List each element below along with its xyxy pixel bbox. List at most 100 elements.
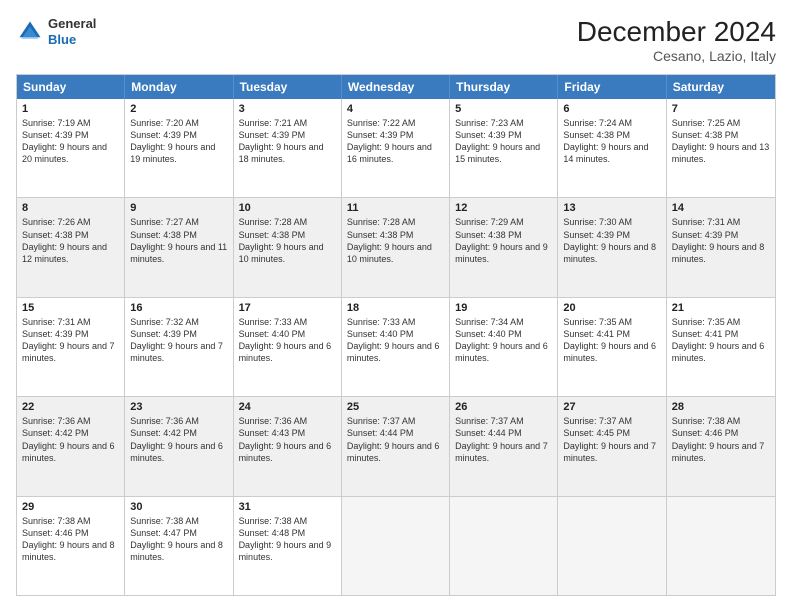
day-number: 4 (347, 103, 444, 115)
day-number: 9 (130, 202, 227, 214)
day-number: 26 (455, 401, 552, 413)
day-number: 16 (130, 302, 227, 314)
day-info: Sunrise: 7:37 AMSunset: 4:44 PMDaylight:… (347, 415, 444, 464)
day-number: 8 (22, 202, 119, 214)
day-info: Sunrise: 7:31 AMSunset: 4:39 PMDaylight:… (22, 316, 119, 365)
day-cell-14: 14Sunrise: 7:31 AMSunset: 4:39 PMDayligh… (667, 198, 775, 296)
day-number: 23 (130, 401, 227, 413)
day-header-monday: Monday (125, 75, 233, 99)
day-cell-16: 16 Sunrise: 7:32 AMSunset: 4:39 PMDayligh… (125, 298, 233, 396)
day-info: Sunrise: 7:19 AMSunset: 4:39 PMDaylight:… (22, 117, 119, 166)
day-cell-9: 9Sunrise: 7:27 AMSunset: 4:38 PMDaylight… (125, 198, 233, 296)
day-info: Sunrise: 7:36 AMSunset: 4:42 PMDaylight:… (130, 415, 227, 464)
calendar-body: 1 Sunrise: 7:19 AMSunset: 4:39 PMDaylight… (17, 99, 775, 595)
day-cell-17: 17 Sunrise: 7:33 AMSunset: 4:40 PMDayligh… (234, 298, 342, 396)
day-number: 11 (347, 202, 444, 214)
day-number: 15 (22, 302, 119, 314)
day-cell-29: 29 Sunrise: 7:38 AMSunset: 4:46 PMDayligh… (17, 497, 125, 595)
day-info: Sunrise: 7:38 AMSunset: 4:46 PMDaylight:… (22, 515, 119, 564)
day-info: Sunrise: 7:35 AMSunset: 4:41 PMDaylight:… (563, 316, 660, 365)
day-cell-28: 28Sunrise: 7:38 AMSunset: 4:46 PMDayligh… (667, 397, 775, 495)
day-cell-6: 6Sunrise: 7:24 AMSunset: 4:38 PMDaylight… (558, 99, 666, 197)
week-row-4: 22 Sunrise: 7:36 AMSunset: 4:42 PMDayligh… (17, 397, 775, 496)
header: General Blue December 2024 Cesano, Lazio… (16, 16, 776, 64)
day-number: 25 (347, 401, 444, 413)
week-row-1: 1 Sunrise: 7:19 AMSunset: 4:39 PMDaylight… (17, 99, 775, 198)
day-cell-1: 1 Sunrise: 7:19 AMSunset: 4:39 PMDaylight… (17, 99, 125, 197)
day-number: 12 (455, 202, 552, 214)
day-cell-11: 11Sunrise: 7:28 AMSunset: 4:38 PMDayligh… (342, 198, 450, 296)
day-cell-10: 10Sunrise: 7:28 AMSunset: 4:38 PMDayligh… (234, 198, 342, 296)
week-row-3: 15 Sunrise: 7:31 AMSunset: 4:39 PMDayligh… (17, 298, 775, 397)
page: General Blue December 2024 Cesano, Lazio… (0, 0, 792, 612)
day-info: Sunrise: 7:30 AMSunset: 4:39 PMDaylight:… (563, 216, 660, 265)
day-cell-20: 20 Sunrise: 7:35 AMSunset: 4:41 PMDayligh… (558, 298, 666, 396)
day-info: Sunrise: 7:20 AMSunset: 4:39 PMDaylight:… (130, 117, 227, 166)
day-cell-24: 24 Sunrise: 7:36 AMSunset: 4:43 PMDayligh… (234, 397, 342, 495)
day-info: Sunrise: 7:33 AMSunset: 4:40 PMDaylight:… (347, 316, 444, 365)
empty-cell (450, 497, 558, 595)
day-number: 22 (22, 401, 119, 413)
day-cell-31: 31Sunrise: 7:38 AMSunset: 4:48 PMDayligh… (234, 497, 342, 595)
day-number: 27 (563, 401, 660, 413)
day-number: 3 (239, 103, 336, 115)
day-info: Sunrise: 7:34 AMSunset: 4:40 PMDaylight:… (455, 316, 552, 365)
day-info: Sunrise: 7:33 AMSunset: 4:40 PMDaylight:… (239, 316, 336, 365)
day-info: Sunrise: 7:38 AMSunset: 4:47 PMDaylight:… (130, 515, 227, 564)
day-number: 5 (455, 103, 552, 115)
day-info: Sunrise: 7:36 AMSunset: 4:42 PMDaylight:… (22, 415, 119, 464)
day-info: Sunrise: 7:25 AMSunset: 4:38 PMDaylight:… (672, 117, 770, 166)
empty-cell (667, 497, 775, 595)
week-row-5: 29 Sunrise: 7:38 AMSunset: 4:46 PMDayligh… (17, 497, 775, 595)
day-header-thursday: Thursday (450, 75, 558, 99)
day-header-friday: Friday (558, 75, 666, 99)
day-number: 18 (347, 302, 444, 314)
day-cell-12: 12Sunrise: 7:29 AMSunset: 4:38 PMDayligh… (450, 198, 558, 296)
day-info: Sunrise: 7:35 AMSunset: 4:41 PMDaylight:… (672, 316, 770, 365)
day-number: 2 (130, 103, 227, 115)
day-info: Sunrise: 7:26 AMSunset: 4:38 PMDaylight:… (22, 216, 119, 265)
day-info: Sunrise: 7:21 AMSunset: 4:39 PMDaylight:… (239, 117, 336, 166)
day-info: Sunrise: 7:36 AMSunset: 4:43 PMDaylight:… (239, 415, 336, 464)
day-cell-25: 25 Sunrise: 7:37 AMSunset: 4:44 PMDayligh… (342, 397, 450, 495)
calendar-header: SundayMondayTuesdayWednesdayThursdayFrid… (17, 75, 775, 99)
day-info: Sunrise: 7:31 AMSunset: 4:39 PMDaylight:… (672, 216, 770, 265)
day-cell-15: 15 Sunrise: 7:31 AMSunset: 4:39 PMDayligh… (17, 298, 125, 396)
day-number: 17 (239, 302, 336, 314)
subtitle: Cesano, Lazio, Italy (577, 48, 776, 64)
day-cell-4: 4 Sunrise: 7:22 AMSunset: 4:39 PMDaylight… (342, 99, 450, 197)
day-number: 20 (563, 302, 660, 314)
week-row-2: 8 Sunrise: 7:26 AMSunset: 4:38 PMDaylight… (17, 198, 775, 297)
day-info: Sunrise: 7:24 AMSunset: 4:38 PMDaylight:… (563, 117, 660, 166)
day-info: Sunrise: 7:38 AMSunset: 4:48 PMDaylight:… (239, 515, 336, 564)
day-number: 13 (563, 202, 660, 214)
logo-text: General Blue (48, 16, 96, 47)
day-cell-8: 8 Sunrise: 7:26 AMSunset: 4:38 PMDaylight… (17, 198, 125, 296)
day-header-tuesday: Tuesday (234, 75, 342, 99)
day-cell-22: 22 Sunrise: 7:36 AMSunset: 4:42 PMDayligh… (17, 397, 125, 495)
empty-cell (558, 497, 666, 595)
day-cell-26: 26 Sunrise: 7:37 AMSunset: 4:44 PMDayligh… (450, 397, 558, 495)
day-info: Sunrise: 7:22 AMSunset: 4:39 PMDaylight:… (347, 117, 444, 166)
day-number: 1 (22, 103, 119, 115)
calendar: SundayMondayTuesdayWednesdayThursdayFrid… (16, 74, 776, 596)
day-info: Sunrise: 7:37 AMSunset: 4:45 PMDaylight:… (563, 415, 660, 464)
title-block: December 2024 Cesano, Lazio, Italy (577, 16, 776, 64)
day-info: Sunrise: 7:38 AMSunset: 4:46 PMDaylight:… (672, 415, 770, 464)
day-cell-18: 18 Sunrise: 7:33 AMSunset: 4:40 PMDayligh… (342, 298, 450, 396)
day-cell-13: 13 Sunrise: 7:30 AMSunset: 4:39 PMDayligh… (558, 198, 666, 296)
day-cell-3: 3 Sunrise: 7:21 AMSunset: 4:39 PMDaylight… (234, 99, 342, 197)
day-number: 7 (672, 103, 770, 115)
day-number: 24 (239, 401, 336, 413)
day-cell-19: 19Sunrise: 7:34 AMSunset: 4:40 PMDayligh… (450, 298, 558, 396)
day-number: 29 (22, 501, 119, 513)
logo: General Blue (16, 16, 96, 47)
day-cell-30: 30Sunrise: 7:38 AMSunset: 4:47 PMDayligh… (125, 497, 233, 595)
day-info: Sunrise: 7:37 AMSunset: 4:44 PMDaylight:… (455, 415, 552, 464)
day-header-saturday: Saturday (667, 75, 775, 99)
logo-general-text: General (48, 16, 96, 32)
main-title: December 2024 (577, 16, 776, 48)
day-info: Sunrise: 7:32 AMSunset: 4:39 PMDaylight:… (130, 316, 227, 365)
day-header-wednesday: Wednesday (342, 75, 450, 99)
day-number: 10 (239, 202, 336, 214)
